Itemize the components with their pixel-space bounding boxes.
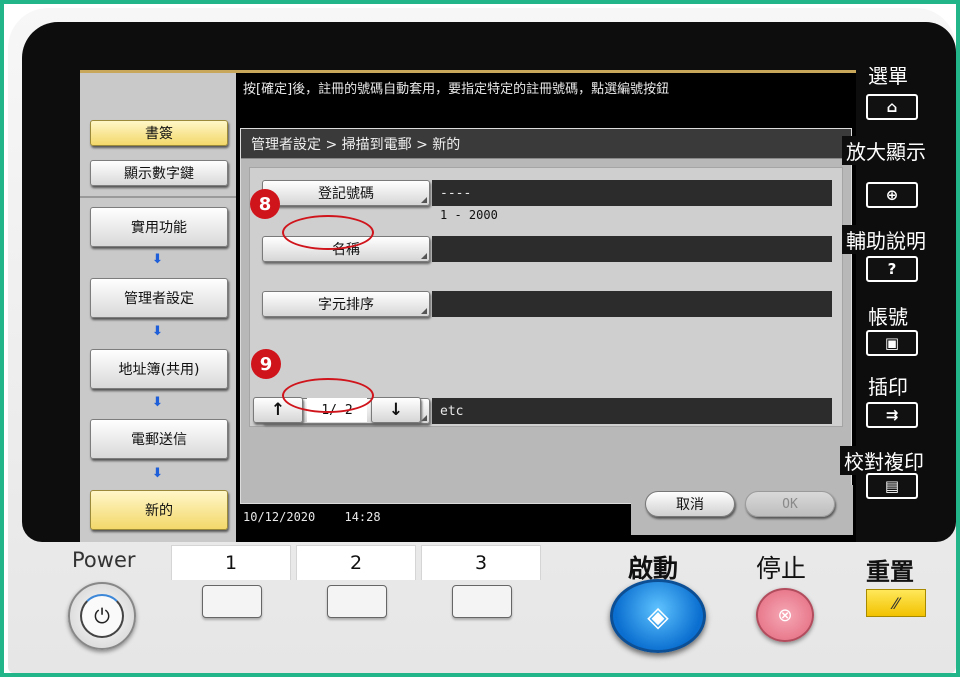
page-up-button[interactable]: ↑ (253, 397, 303, 423)
stop-label: 停止 (756, 554, 807, 583)
start-button[interactable]: ◈ (610, 579, 706, 653)
register-number-range: 1 - 2000 (440, 208, 498, 222)
nav-down-arrow-icon: ⬇ (152, 466, 163, 481)
sort-character-value (432, 291, 832, 317)
status-bar: 10/12/2020 14:28 (243, 510, 403, 524)
pager: ↑ 1/ 2 ↓ (253, 397, 421, 423)
nav-down-arrow-icon: ⬇ (152, 395, 163, 410)
side-label-zoom: 放大顯示 (842, 136, 930, 165)
cancel-button[interactable]: 取消 (645, 491, 735, 517)
screenshot-frame: 書簽 顯示數字鍵 實用功能 ⬇ 管理者設定 ⬇ 地址簿(共用) ⬇ 電郵送信 ⬇… (0, 0, 960, 677)
nav-item-new[interactable]: 新的 (90, 490, 228, 530)
index-value: etc (432, 398, 832, 424)
zoom-icon[interactable]: ⊕ (866, 182, 918, 208)
reset-label: 重置 (866, 558, 914, 586)
page-down-button[interactable]: ↓ (371, 397, 421, 423)
name-button[interactable]: 名稱 (262, 236, 430, 262)
status-date: 10/12/2020 (243, 510, 316, 524)
nav-down-arrow-icon: ⬇ (152, 252, 163, 267)
dialog-actions: 取消 OK (631, 485, 853, 535)
proof-copy-icon[interactable]: ▤ (866, 473, 918, 499)
step-marker-8: 8 (250, 189, 280, 219)
power-label: Power (72, 548, 136, 572)
stop-icon: ⊗ (777, 604, 793, 626)
register-number-value: ---- (432, 180, 832, 206)
reset-button[interactable]: ⁄⁄ (866, 589, 926, 617)
nav-down-arrow-icon: ⬇ (152, 324, 163, 339)
status-time: 14:28 (344, 510, 381, 524)
breadcrumb: 管理者設定 > 掃描到電郵 > 新的 (241, 129, 851, 159)
power-icon: ⏻ (80, 594, 124, 638)
register-key-2[interactable] (327, 585, 387, 618)
bookmark-button[interactable]: 書簽 (90, 120, 228, 146)
register-key-3[interactable] (452, 585, 512, 618)
side-label-help: 輔助說明 (842, 225, 930, 254)
side-label-account: 帳號 (864, 301, 912, 330)
nav-divider (80, 196, 236, 198)
register-key-label-2: 2 (296, 545, 416, 580)
nav-item-address-book[interactable]: 地址簿(共用) (90, 349, 228, 389)
touch-screen-bezel: 書簽 顯示數字鍵 實用功能 ⬇ 管理者設定 ⬇ 地址簿(共用) ⬇ 電郵送信 ⬇… (22, 22, 956, 542)
register-key-label-1: 1 (171, 545, 291, 580)
side-label-proof-copy: 校對複印 (840, 446, 928, 475)
register-key-1[interactable] (202, 585, 262, 618)
interrupt-icon[interactable]: ⇉ (866, 402, 918, 428)
instruction-message: 按[確定]後，註冊的號碼自動套用，要指定特定的註冊號碼，點選編號按鈕 (243, 82, 670, 97)
step-marker-9: 9 (251, 349, 281, 379)
page-indicator: 1/ 2 (307, 398, 367, 422)
nav-item-utility[interactable]: 實用功能 (90, 207, 228, 247)
sort-character-button[interactable]: 字元排序 (262, 291, 430, 317)
register-number-button[interactable]: 登記號碼 (262, 180, 430, 206)
home-icon[interactable]: ⌂ (866, 94, 918, 120)
ok-button[interactable]: OK (745, 491, 835, 517)
stop-button[interactable]: ⊗ (756, 588, 814, 642)
side-label-menu: 選單 (864, 60, 912, 89)
side-label-interrupt: 插印 (864, 371, 912, 400)
new-entry-dialog: 管理者設定 > 掃描到電郵 > 新的 登記號碼 ---- 1 - 2000 名稱… (240, 128, 853, 535)
name-value (432, 236, 832, 262)
show-keypad-button[interactable]: 顯示數字鍵 (90, 160, 228, 186)
field-panel: 登記號碼 ---- 1 - 2000 名稱 字元排序 索引 etc (249, 167, 843, 427)
register-key-label-3: 3 (421, 545, 541, 580)
power-button[interactable]: ⏻ (68, 582, 136, 650)
account-icon[interactable]: ▣ (866, 330, 918, 356)
touch-screen: 書簽 顯示數字鍵 實用功能 ⬇ 管理者設定 ⬇ 地址簿(共用) ⬇ 電郵送信 ⬇… (80, 70, 856, 542)
left-nav: 書簽 顯示數字鍵 實用功能 ⬇ 管理者設定 ⬇ 地址簿(共用) ⬇ 電郵送信 ⬇… (80, 73, 236, 542)
help-icon[interactable]: ? (866, 256, 918, 282)
start-icon: ◈ (647, 599, 669, 633)
nav-item-admin-settings[interactable]: 管理者設定 (90, 278, 228, 318)
nav-item-email[interactable]: 電郵送信 (90, 419, 228, 459)
reset-icon: ⁄⁄ (893, 593, 899, 613)
